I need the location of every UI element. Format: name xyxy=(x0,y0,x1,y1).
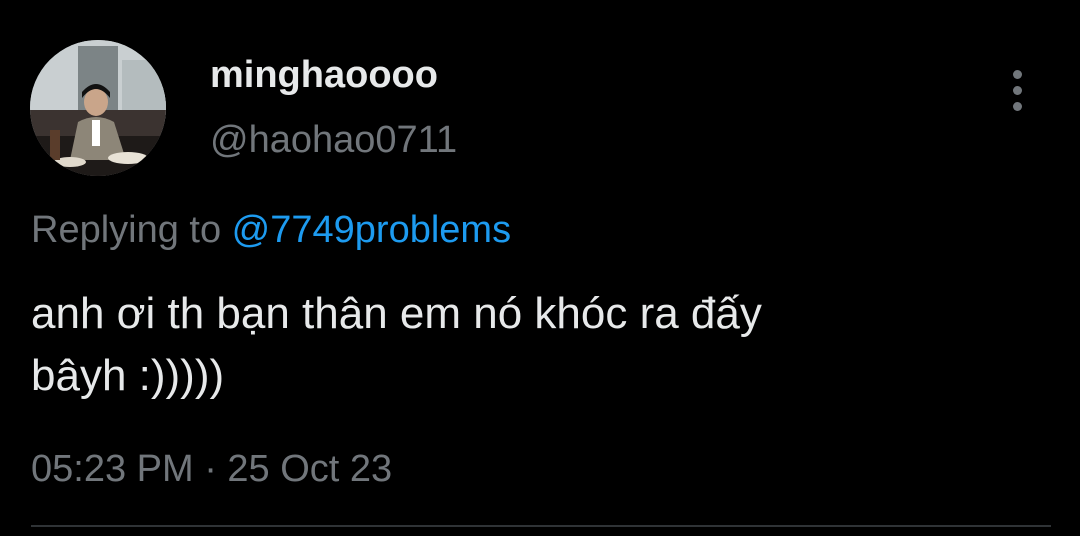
more-vertical-icon xyxy=(1012,69,1022,79)
more-options-button[interactable] xyxy=(996,68,1038,112)
more-vertical-icon-dot xyxy=(1012,85,1022,95)
avatar[interactable] xyxy=(30,40,166,176)
tweet-timestamp[interactable]: 05:23 PM · 25 Oct 23 xyxy=(31,447,392,491)
avatar-photo xyxy=(30,40,166,176)
replying-to-label: Replying to xyxy=(31,209,232,251)
display-name[interactable]: minghaoooo xyxy=(210,53,438,97)
more-vertical-icon-dot xyxy=(1012,101,1022,111)
user-handle[interactable]: @haohao0711 xyxy=(210,118,457,162)
divider xyxy=(31,525,1051,527)
replying-to-mention-link[interactable]: @7749problems xyxy=(232,209,511,251)
tweet-text: anh ơi th bạn thân em nó khóc ra đấy bây… xyxy=(31,289,762,400)
replying-to-line: Replying to @7749problems xyxy=(31,208,511,252)
